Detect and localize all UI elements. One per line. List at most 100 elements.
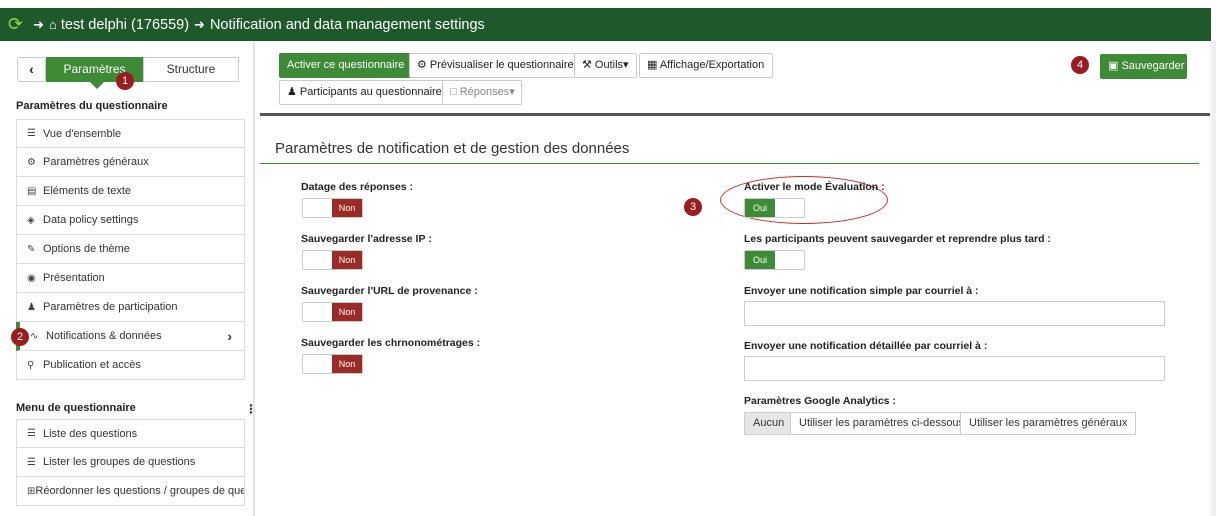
toggle-value: Non bbox=[332, 303, 362, 321]
survey-participants-button[interactable]: ♟ Participants au questionnaire bbox=[279, 80, 450, 105]
tools-icon: ⚒ bbox=[582, 59, 595, 71]
save-ip-label: Sauvegarder l'adresse IP : bbox=[301, 233, 432, 245]
badge-4: 4 bbox=[1071, 56, 1089, 74]
toolbar-divider bbox=[260, 113, 1210, 116]
assessment-mode-toggle[interactable]: Oui bbox=[744, 198, 805, 218]
sidebar-item-data-policy[interactable]: ◈ Data policy settings bbox=[16, 206, 245, 235]
sidebar-item-label: Vue d'ensemble bbox=[43, 127, 122, 140]
sidebar-item-label: Data policy settings bbox=[43, 214, 139, 226]
shield-icon: ◈ bbox=[27, 214, 35, 226]
sidebar-item-publication[interactable]: ⚲ Publication et accès bbox=[16, 351, 245, 380]
sidebar-item-label: Lister les groupes de questions bbox=[43, 456, 196, 468]
tools-label: Outils bbox=[594, 59, 624, 71]
sidebar-section-settings: Paramètres du questionnaire bbox=[16, 100, 168, 112]
badge-1: 1 bbox=[116, 72, 134, 90]
toggle-value: Non bbox=[332, 251, 362, 269]
floppy-disk-icon: ▣ bbox=[1108, 60, 1122, 72]
users-icon: ♟ bbox=[27, 301, 36, 313]
chevron-right-icon: › bbox=[227, 328, 232, 344]
home-icon[interactable]: ⌂ bbox=[49, 17, 57, 32]
sidebar-menu-group-list[interactable]: ☰ Lister les groupes de questions bbox=[16, 448, 245, 477]
activate-survey-button[interactable]: Activer ce questionnaire bbox=[279, 53, 413, 78]
drag-handle-icon[interactable]: ⋮ bbox=[245, 402, 257, 416]
caret-down-icon: ▾ bbox=[623, 59, 629, 71]
sidebar-item-participation[interactable]: ♟ Paramètres de participation bbox=[16, 293, 245, 322]
toggle-value: Oui bbox=[745, 199, 775, 217]
collapse-sidebar-button[interactable]: ‹ bbox=[17, 57, 46, 82]
save-ip-toggle[interactable]: Non bbox=[302, 250, 363, 270]
sidebar-item-label: Options de thème bbox=[43, 243, 130, 255]
tools-dropdown-button[interactable]: ⚒ Outils▾ bbox=[574, 53, 637, 78]
toggle-value: Non bbox=[332, 199, 362, 217]
user-icon: ♟ bbox=[287, 86, 300, 98]
feed-icon: ∿ bbox=[30, 330, 39, 342]
detailed-email-input[interactable] bbox=[744, 356, 1165, 381]
save-and-resume-toggle[interactable]: Oui bbox=[744, 250, 805, 270]
list-icon: ☰ bbox=[27, 456, 36, 468]
badge-3: 3 bbox=[684, 198, 702, 216]
google-analytics-label: Paramètres Google Analytics : bbox=[744, 395, 896, 407]
response-date-toggle[interactable]: Non bbox=[302, 198, 363, 218]
arrow-right-icon: ➜ bbox=[33, 16, 44, 32]
sidebar-item-overview[interactable]: ☰ Vue d'ensemble bbox=[16, 119, 245, 148]
save-label: Sauvegarder bbox=[1121, 60, 1185, 72]
save-timings-toggle[interactable]: Non bbox=[302, 354, 363, 374]
list-icon: ☰ bbox=[27, 128, 36, 139]
eye-slash-icon: ◉ bbox=[27, 272, 36, 284]
badge-2: 2 bbox=[11, 328, 29, 346]
key-icon: ⚲ bbox=[27, 359, 35, 371]
page-scrollbar[interactable] bbox=[1211, 41, 1216, 516]
reorder-icon: ⊞ bbox=[27, 485, 36, 497]
ga-option-global[interactable]: Utiliser les paramètres généraux bbox=[960, 412, 1137, 435]
breadcrumb-survey[interactable]: test delphi (176559) bbox=[61, 17, 189, 33]
save-and-resume-label: Les participants peuvent sauvegarder et … bbox=[744, 233, 1051, 245]
save-timings-label: Sauvegarder les chrnonométrages : bbox=[301, 337, 481, 349]
file-text-icon: ▤ bbox=[27, 185, 37, 197]
basic-email-label: Envoyer une notification simple par cour… bbox=[744, 285, 979, 297]
sidebar-item-notifications[interactable]: ∿ Notifications & données › bbox=[16, 322, 245, 351]
page-title: Paramètres de notification et de gestion… bbox=[275, 140, 630, 157]
sidebar-item-label: Paramètres généraux bbox=[43, 156, 149, 168]
detailed-email-label: Envoyer une notification détaillée par c… bbox=[744, 340, 988, 352]
sidebar-menu-reorder[interactable]: ⊞ Réordonner les questions / groupes de … bbox=[16, 477, 245, 506]
sidebar-divider[interactable] bbox=[253, 41, 255, 516]
sidebar-item-general[interactable]: ⚙ Paramètres généraux bbox=[16, 148, 245, 177]
title-divider bbox=[260, 163, 1199, 164]
sidebar-item-label: Eléments de texte bbox=[43, 185, 132, 197]
assessment-mode-label: Activer le mode Évaluation : bbox=[744, 181, 885, 193]
caret-down-icon: ▾ bbox=[509, 86, 515, 98]
sidebar-item-theme-options[interactable]: ✎ Options de thème bbox=[16, 235, 245, 264]
ga-option-none[interactable]: Aucun bbox=[744, 412, 794, 435]
responses-dropdown-button[interactable]: □ Réponses▾ bbox=[442, 80, 522, 105]
responses-label: Réponses bbox=[459, 86, 510, 98]
gear-icon: ⚙ bbox=[417, 59, 430, 71]
gears-icon: ⚙ bbox=[27, 156, 36, 168]
response-date-label: Datage des réponses : bbox=[301, 181, 414, 193]
save-referrer-label: Sauvegarder l'URL de provenance : bbox=[301, 285, 478, 297]
sidebar-item-label: Réordonner les questions / groupes de qu… bbox=[35, 485, 245, 497]
limesurvey-logo-icon[interactable]: ⟳ bbox=[8, 14, 23, 35]
preview-survey-button[interactable]: ⚙ Prévisualiser le questionnaire bbox=[409, 53, 582, 78]
sidebar-menu-question-list[interactable]: ☰ Liste des questions bbox=[16, 419, 245, 448]
comments-icon: □ bbox=[450, 86, 460, 98]
arrow-right-icon: ➜ bbox=[194, 16, 205, 32]
sidebar-item-label: Présentation bbox=[43, 272, 105, 284]
sidebar-item-presentation[interactable]: ◉ Présentation bbox=[16, 264, 245, 293]
participants-label: Participants au questionnaire bbox=[299, 86, 442, 98]
sidebar-item-text-elements[interactable]: ▤ Eléments de texte bbox=[16, 177, 245, 206]
save-button[interactable]: ▣ Sauvegarder bbox=[1100, 54, 1187, 79]
folder-open-icon: ▦ bbox=[647, 59, 660, 71]
display-export-label: Affichage/Exportation bbox=[659, 59, 765, 71]
list-icon: ☰ bbox=[27, 428, 36, 439]
display-export-button[interactable]: ▦ Affichage/Exportation bbox=[639, 53, 773, 78]
toggle-value: Non bbox=[332, 355, 362, 373]
preview-label: Prévisualiser le questionnaire bbox=[429, 59, 574, 71]
basic-email-input[interactable] bbox=[744, 301, 1165, 326]
brush-icon: ✎ bbox=[27, 243, 36, 255]
save-referrer-toggle[interactable]: Non bbox=[302, 302, 363, 322]
tab-structure[interactable]: Structure bbox=[143, 57, 239, 82]
ga-option-below[interactable]: Utiliser les paramètres ci-dessous bbox=[790, 412, 974, 435]
sidebar-item-label: Notifications & données bbox=[46, 330, 162, 342]
sidebar-item-label: Liste des questions bbox=[43, 427, 138, 440]
sidebar-item-label: Paramètres de participation bbox=[43, 301, 178, 313]
